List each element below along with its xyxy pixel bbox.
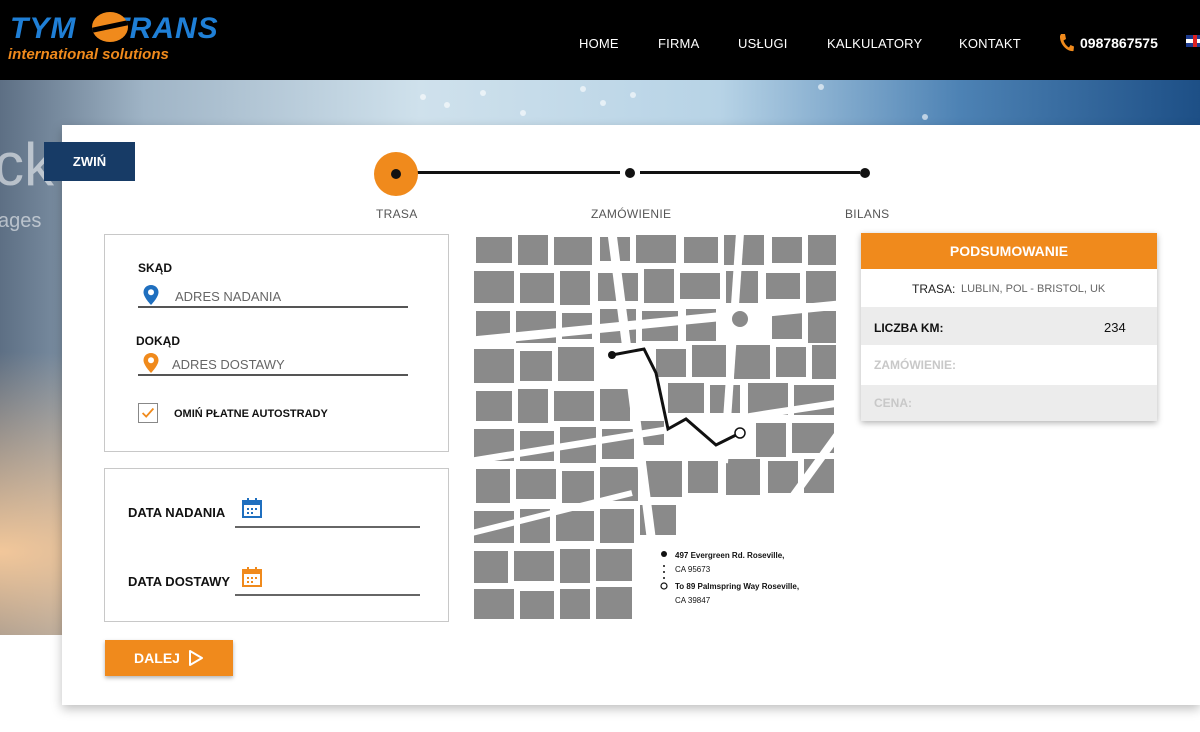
to-label: DOKĄD bbox=[136, 334, 180, 348]
summary-price-row: CENA: bbox=[861, 385, 1157, 421]
step-label-zamowienie[interactable]: ZAMÓWIENIE bbox=[591, 207, 671, 221]
phone-number: 0987867575 bbox=[1080, 35, 1158, 51]
avoid-tolls-label: OMIŃ PŁATNE AUTOSTRADY bbox=[174, 408, 328, 420]
logo-tagline: international solutions bbox=[8, 46, 169, 63]
summary-route-value: LUBLIN, POL - BRISTOL, UK bbox=[961, 283, 1106, 295]
route-legend-markers-icon bbox=[660, 551, 668, 590]
nav-firma[interactable]: FIRMA bbox=[658, 36, 699, 51]
to-address-input[interactable]: ADRES DOSTAWY bbox=[138, 354, 408, 376]
phone-link[interactable]: 0987867575 bbox=[1058, 32, 1158, 54]
phone-icon bbox=[1059, 34, 1074, 52]
from-label: SKĄD bbox=[138, 261, 173, 275]
hero-dot bbox=[420, 94, 426, 100]
next-button[interactable]: DALEJ bbox=[105, 640, 233, 676]
summary-km-value: 234 bbox=[1104, 320, 1126, 335]
map-start-address: 497 Evergreen Rd. Roseville, bbox=[675, 551, 785, 560]
hero-dot bbox=[520, 110, 526, 116]
delivery-date-label: DATA DOSTAWY bbox=[128, 574, 231, 589]
summary-panel: PODSUMOWANIE TRASA: LUBLIN, POL - BRISTO… bbox=[861, 233, 1157, 421]
step-trasa-indicator[interactable] bbox=[374, 152, 418, 196]
hero-dot bbox=[818, 84, 824, 90]
step-zamowienie-indicator[interactable] bbox=[625, 168, 635, 178]
summary-price-label: CENA: bbox=[874, 396, 912, 410]
send-date-label: DATA NADANIA bbox=[128, 505, 226, 520]
collapse-button[interactable]: ZWIŃ bbox=[44, 142, 135, 181]
summary-title: PODSUMOWANIE bbox=[861, 233, 1157, 269]
stepper-line bbox=[410, 171, 620, 174]
step-label-trasa[interactable]: TRASA bbox=[376, 207, 418, 221]
logo-globe-icon bbox=[92, 12, 128, 42]
uk-flag-icon[interactable] bbox=[1186, 35, 1200, 47]
avoid-tolls-checkbox[interactable] bbox=[138, 403, 158, 423]
stepper-line bbox=[640, 171, 860, 174]
summary-route-row: TRASA: LUBLIN, POL - BRISTOL, UK bbox=[861, 269, 1157, 307]
map-legend: 497 Evergreen Rd. Roseville, CA 95673 To… bbox=[647, 537, 839, 622]
summary-route-label: TRASA: bbox=[912, 282, 956, 296]
nav-kalkulatory[interactable]: KALKULATORY bbox=[827, 36, 922, 51]
site-header: TYM TRANS international solutions HOME FI… bbox=[0, 0, 1200, 80]
map-end-zip: CA 39847 bbox=[675, 596, 711, 605]
summary-km-row: LICZBA KM: 234 bbox=[861, 307, 1157, 345]
step-label-bilans[interactable]: BILANS bbox=[845, 207, 890, 221]
map-start-zip: CA 95673 bbox=[675, 565, 711, 574]
send-date-input[interactable] bbox=[235, 526, 420, 528]
nav-uslugi[interactable]: USŁUGI bbox=[738, 36, 788, 51]
hero-dot bbox=[630, 92, 636, 98]
map-end-address: To 89 Palmspring Way Roseville, bbox=[675, 582, 800, 591]
nav-home[interactable]: HOME bbox=[579, 36, 619, 51]
calendar-orange-icon[interactable] bbox=[242, 567, 262, 587]
step-bilans-indicator[interactable] bbox=[860, 168, 870, 178]
hero-dot bbox=[444, 102, 450, 108]
summary-order-row: ZAMÓWIENIE: bbox=[861, 345, 1157, 385]
hero-dot bbox=[600, 100, 606, 106]
hero-dot bbox=[922, 114, 928, 120]
hero-dot bbox=[580, 86, 586, 92]
checkmark-icon bbox=[141, 407, 155, 418]
hero-partial-subtext: ages bbox=[0, 210, 42, 232]
hero-dot bbox=[480, 90, 486, 96]
dates-box bbox=[104, 468, 449, 622]
play-arrow-icon bbox=[188, 650, 203, 666]
summary-order-label: ZAMÓWIENIE: bbox=[874, 358, 956, 372]
next-button-label: DALEJ bbox=[134, 650, 180, 666]
delivery-date-input[interactable] bbox=[235, 594, 420, 596]
summary-km-label: LICZBA KM: bbox=[874, 321, 944, 335]
calendar-blue-icon[interactable] bbox=[242, 498, 262, 518]
from-address-input[interactable]: ADRES NADANIA bbox=[138, 286, 408, 308]
tymtrans-logo[interactable]: TYM TRANS international solutions bbox=[8, 12, 253, 68]
nav-kontakt[interactable]: KONTAKT bbox=[959, 36, 1021, 51]
